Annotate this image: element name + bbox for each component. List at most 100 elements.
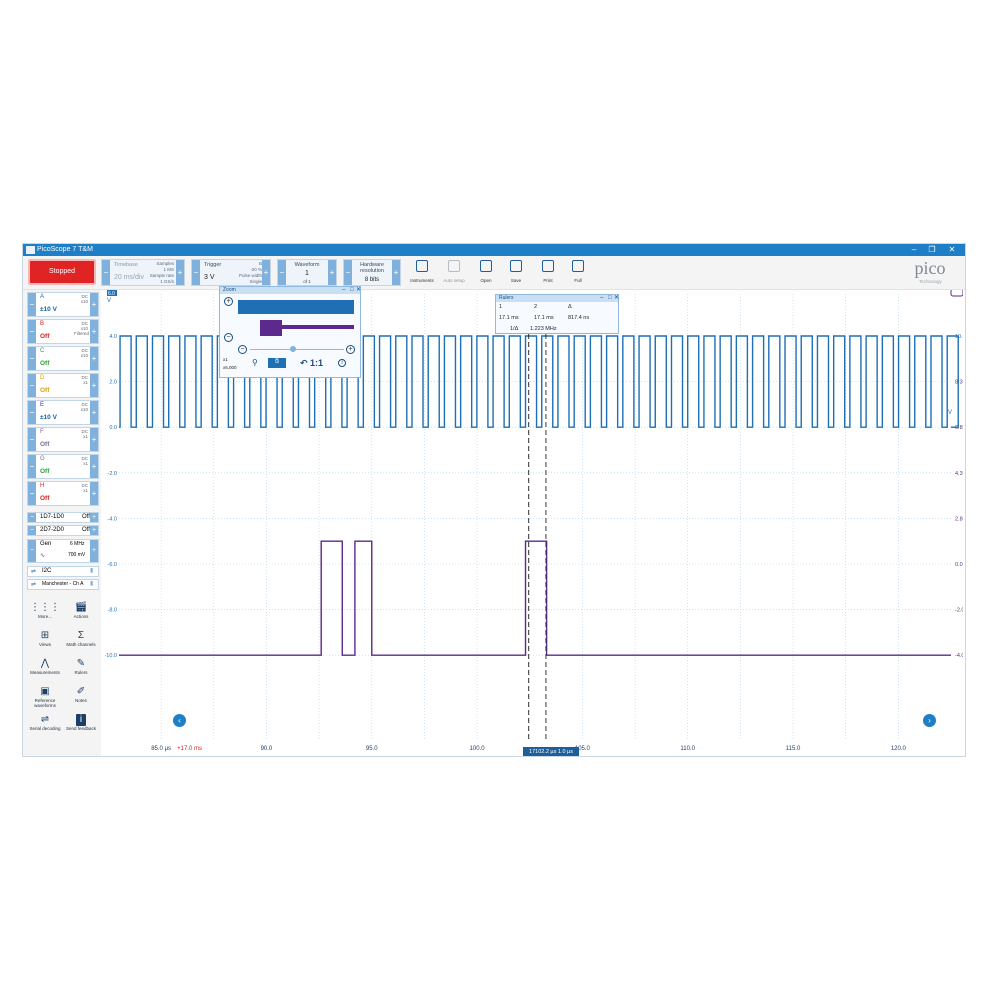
right-axis-tick: 0.0 <box>955 562 963 568</box>
timebase-value[interactable]: 20 ms/div <box>114 274 144 281</box>
left-axis-tick: 4.0 <box>109 334 117 340</box>
channel-range-increase[interactable]: + <box>90 293 98 316</box>
math-channels-tool[interactable]: Σ Math channels <box>63 630 99 654</box>
full-screen-button[interactable]: Full <box>563 258 593 288</box>
scroll-right-button[interactable]: › <box>923 714 936 727</box>
zoom-in-icon[interactable]: + <box>224 297 233 306</box>
channel-range-decrease[interactable]: − <box>28 374 36 397</box>
close-icon[interactable]: ✕ <box>614 295 619 302</box>
auto-setup-button[interactable]: Auto setup <box>439 258 469 288</box>
minimize-icon[interactable]: – <box>342 287 345 294</box>
trigger-increase-button[interactable]: + <box>262 260 270 285</box>
restore-icon[interactable]: □ <box>350 287 354 294</box>
channel-e[interactable]: − E DC x10 ±10 V + <box>27 400 99 425</box>
run-stop-button[interactable]: Stopped <box>28 259 96 285</box>
save-button[interactable]: Save <box>501 258 531 288</box>
signal-generator[interactable]: − Gen 6 MHz ∿ 700 mV + <box>27 539 99 563</box>
left-axis-tick: 0.0 <box>109 425 117 431</box>
waveform-next-button[interactable]: + <box>328 260 336 285</box>
decoder-i2c[interactable]: ⇌ I2C ▮ <box>27 566 99 577</box>
channel-coupling: DC x1 <box>81 429 89 439</box>
channel-range-decrease[interactable]: − <box>28 293 36 316</box>
channel-range-decrease[interactable]: − <box>28 401 36 424</box>
scope-view[interactable]: 4.02.00.0-2.0-4.0-6.0-8.0-10.010.08.36.8… <box>104 286 965 756</box>
zoom-reset-button[interactable]: ↶ 1:1 <box>300 358 323 369</box>
zoom-slider[interactable] <box>250 349 344 350</box>
channel-f[interactable]: − F DC x1 Off + <box>27 427 99 452</box>
resolution-group: − Hardware resolution 8 bits + <box>343 259 401 286</box>
channel-range[interactable]: Off <box>40 387 49 394</box>
trash-icon[interactable]: ▮ <box>90 567 93 574</box>
resolution-increase-button[interactable]: + <box>392 260 400 285</box>
channel-range-increase[interactable]: + <box>90 320 98 343</box>
channel-range[interactable]: ±10 V <box>40 306 57 313</box>
channel-range-decrease[interactable]: − <box>28 320 36 343</box>
trigger-value[interactable]: 3 V <box>204 274 215 281</box>
notes-tool[interactable]: ✐ Notes <box>63 686 99 710</box>
rulers-panel[interactable]: Rulers – □ ✕ 1 2 Δ 17.1 ms 17.1 ms 817.4… <box>495 294 619 334</box>
channel-g[interactable]: − G DC x1 Off + <box>27 454 99 479</box>
instruments-button[interactable]: Instruments <box>407 258 437 288</box>
magnifier-icon[interactable]: ⚲ <box>252 358 258 367</box>
channel-range-increase[interactable]: + <box>90 428 98 451</box>
decoder-manchester[interactable]: ⇌ Manchester - Ch A ▮ <box>27 579 99 590</box>
channel-coupling: DC x1 <box>81 456 89 466</box>
channel-range[interactable]: Off <box>40 333 49 340</box>
actions-tool[interactable]: 🎬︎ Actions <box>63 602 99 626</box>
digital-group-1[interactable]: −1D7-1D0 Off + <box>27 512 99 523</box>
minimize-icon[interactable]: – <box>907 244 921 256</box>
channel-a[interactable]: − A DC x10 ±10 V + <box>27 292 99 317</box>
left-axis-tick: -10.0 <box>105 653 117 659</box>
rulers-tool[interactable]: ✎ Rulers <box>63 658 99 682</box>
zoom-panel[interactable]: Zoom – □ ✕ + − − + x1 x6,000 ⚲ ✋︎ ↶ 1:1 … <box>219 286 361 378</box>
scroll-left-button[interactable]: ‹ <box>173 714 186 727</box>
channel-c[interactable]: − C DC x10 Off + <box>27 346 99 371</box>
channel-range[interactable]: Off <box>40 495 49 502</box>
waveform-previous-button[interactable]: − <box>278 260 286 285</box>
channel-range-decrease[interactable]: − <box>28 347 36 370</box>
zoom-h-in-icon[interactable]: + <box>346 345 355 354</box>
channel-name: D <box>40 375 45 381</box>
channel-range-decrease[interactable]: − <box>28 455 36 478</box>
resolution-decrease-button[interactable]: − <box>344 260 352 285</box>
digital-group-2[interactable]: −2D7-2D0 Off + <box>27 525 99 536</box>
fullscreen-icon <box>572 260 584 272</box>
serial-decoding-tool[interactable]: ⇌ Serial decoding <box>27 714 63 738</box>
open-button[interactable]: Open <box>471 258 501 288</box>
minimize-icon[interactable]: – <box>600 295 603 302</box>
restore-icon[interactable]: ❐ <box>925 244 939 256</box>
channel-range[interactable]: Off <box>40 360 49 367</box>
trigger-decrease-button[interactable]: − <box>192 260 200 285</box>
channel-range[interactable]: Off <box>40 441 49 448</box>
measurements-tool[interactable]: ⋀ Measurements <box>27 658 63 682</box>
zoom-slider-handle[interactable] <box>290 346 296 352</box>
channel-range-increase[interactable]: + <box>90 455 98 478</box>
hand-icon[interactable]: ✋︎ <box>268 358 286 368</box>
channel-range-increase[interactable]: + <box>90 482 98 505</box>
restore-icon[interactable]: □ <box>608 295 612 302</box>
ruler-time-readout[interactable]: 17102.2 µs 1.0 µs <box>523 747 579 756</box>
print-button[interactable]: Print <box>533 258 563 288</box>
trash-icon[interactable]: ▮ <box>90 580 93 587</box>
send-feedback-tool[interactable]: i Send feedback <box>63 714 99 738</box>
timebase-decrease-button[interactable]: − <box>102 260 110 285</box>
channel-h[interactable]: − H DC x1 Off + <box>27 481 99 506</box>
channel-range-increase[interactable]: + <box>90 401 98 424</box>
timebase-increase-button[interactable]: + <box>176 260 184 285</box>
zoom-out-icon[interactable]: − <box>224 333 233 342</box>
channel-range-decrease[interactable]: − <box>28 482 36 505</box>
channel-range[interactable]: ±10 V <box>40 414 57 421</box>
channel-range-decrease[interactable]: − <box>28 428 36 451</box>
reference-waveforms-tool[interactable]: ▣ Reference waveforms <box>27 686 63 714</box>
close-icon[interactable]: ✕ <box>945 244 959 256</box>
channel-range-increase[interactable]: + <box>90 347 98 370</box>
views-tool[interactable]: ⊞ Views <box>27 630 63 654</box>
zoom-h-out-icon[interactable]: − <box>238 345 247 354</box>
more-tool[interactable]: ⋮⋮⋮ More... <box>27 602 63 626</box>
info-icon[interactable]: i <box>338 359 346 367</box>
channel-d[interactable]: − D DC x1 Off + <box>27 373 99 398</box>
channel-range[interactable]: Off <box>40 468 49 475</box>
close-icon[interactable]: ✕ <box>356 287 361 294</box>
channel-range-increase[interactable]: + <box>90 374 98 397</box>
channel-b[interactable]: − B DC x10 Filtered Off + <box>27 319 99 344</box>
